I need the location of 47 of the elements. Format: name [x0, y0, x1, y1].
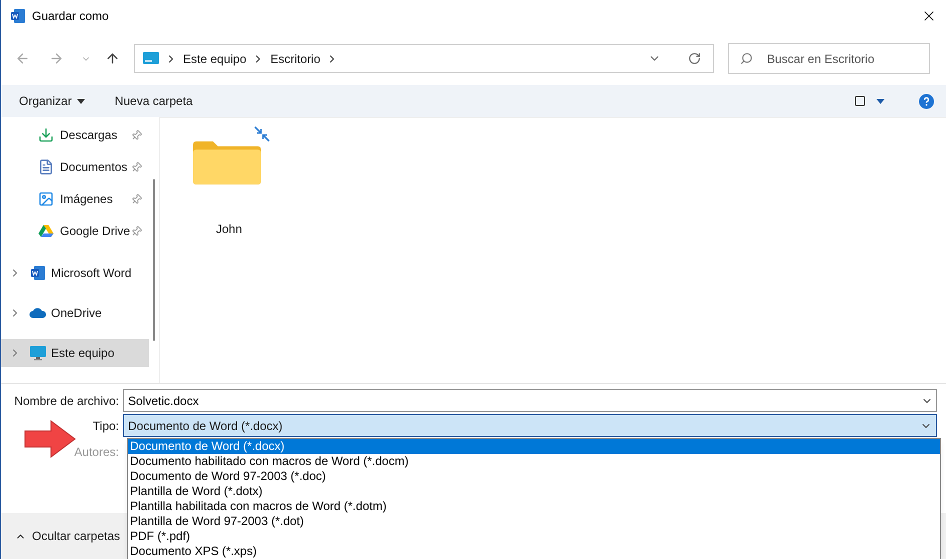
new-folder-button[interactable]: Nueva carpeta	[114, 92, 193, 110]
breadcrumb[interactable]: Este equipo	[183, 50, 246, 68]
drive-icon	[38, 224, 54, 238]
sidebar-item[interactable]: Microsoft Word	[1, 259, 149, 287]
filename-field[interactable]: Solvetic.docx	[123, 389, 937, 412]
computer-icon	[143, 52, 159, 65]
sidebar-item[interactable]: Este equipo	[1, 339, 149, 367]
sidebar-item[interactable]: Documentos	[1, 151, 149, 183]
type-label: Tipo:	[92, 418, 120, 434]
dropdown-option[interactable]: Documento habilitado con macros de Word (*.docm)	[128, 454, 940, 469]
organize-button[interactable]: Organizar	[19, 92, 85, 110]
search-icon	[740, 52, 753, 65]
dropdown-option[interactable]: Documento XPS (*.xps)	[128, 544, 940, 559]
help-icon[interactable]	[919, 94, 934, 108]
sidebar-item[interactable]: OneDrive	[1, 299, 149, 327]
breadcrumb[interactable]: Escritorio	[270, 50, 320, 68]
dropdown-option[interactable]: Documento de Word (*.docx)	[128, 439, 940, 454]
dropdown-option[interactable]: PDF (*.pdf)	[128, 529, 940, 544]
sync-icon	[254, 126, 270, 142]
dropdown-option[interactable]: Plantilla habilitada con macros de Word (*.dotm)	[128, 499, 940, 514]
cloud-icon	[29, 307, 47, 319]
address-bar[interactable]: Este equipo Escritorio	[134, 44, 714, 73]
computer-icon	[29, 345, 47, 361]
dropdown-option[interactable]: Plantilla de Word (*.dotx)	[128, 484, 940, 499]
download-icon	[38, 127, 54, 143]
file-item[interactable]: John	[184, 126, 274, 238]
view-icon[interactable]	[854, 95, 866, 107]
app-icon	[10, 8, 26, 24]
sidebar-item[interactable]: Imágenes	[1, 183, 149, 215]
scrollbar-thumb[interactable]	[153, 179, 155, 341]
search-field[interactable]: Buscar en Escritorio	[728, 43, 930, 74]
authors-label: Autores:	[73, 444, 120, 461]
caret-icon	[76, 98, 85, 104]
sidebar-item[interactable]: Google Drive	[1, 215, 149, 247]
window-title: Guardar como	[32, 8, 109, 25]
hide-folders-button[interactable]: Ocultar carpetas	[15, 527, 120, 545]
caret-icon[interactable]	[876, 98, 885, 104]
sidebar-item[interactable]: Descargas	[1, 119, 149, 151]
up-icon[interactable]	[105, 51, 120, 66]
image-icon	[38, 191, 54, 207]
filename-label: Nombre de archivo:	[13, 392, 120, 410]
word-icon	[30, 265, 46, 281]
dropdown-option[interactable]: Plantilla de Word 97-2003 (*.dot)	[128, 514, 940, 529]
refresh-icon[interactable]	[688, 52, 701, 65]
type-select[interactable]: Documento de Word (*.docx)	[123, 414, 937, 437]
dropdown-option[interactable]: Documento de Word 97-2003 (*.doc)	[128, 469, 940, 484]
document-icon	[38, 159, 54, 175]
